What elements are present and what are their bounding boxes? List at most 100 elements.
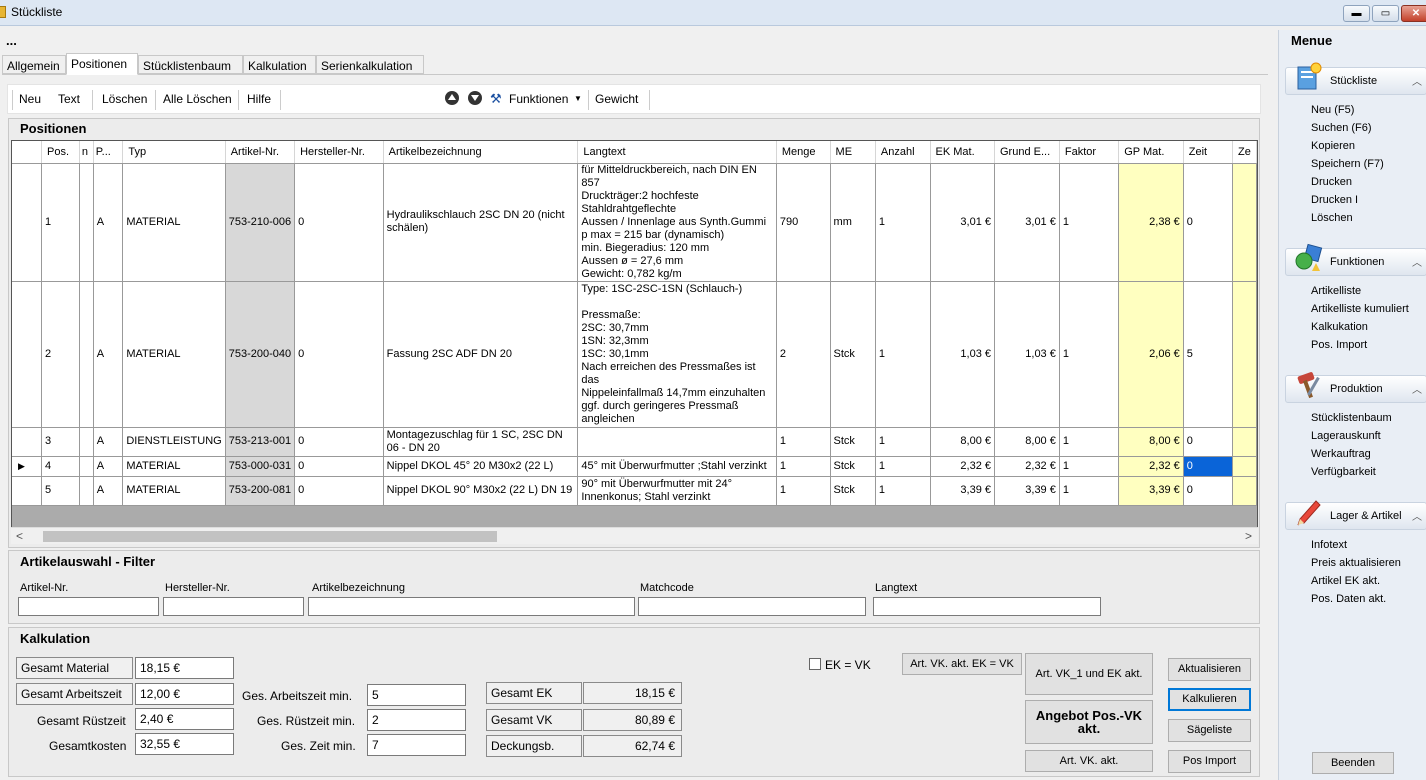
saegeliste-button[interactable]: Sägeliste: [1168, 719, 1251, 742]
column-header[interactable]: Zeit: [1183, 141, 1234, 164]
filter-lang-input[interactable]: [873, 597, 1101, 616]
cell-extra[interactable]: [1232, 163, 1257, 282]
menu-item-pos-import[interactable]: Pos. Import: [1311, 339, 1367, 351]
menu-group-funktionen[interactable]: Funktionen ︿: [1285, 243, 1426, 276]
close-button[interactable]: ✕: [1401, 5, 1426, 22]
angebot-pos-vk-button[interactable]: Angebot Pos.-VK akt.: [1025, 700, 1153, 744]
column-header[interactable]: EK Mat.: [930, 141, 996, 164]
gesamt-material-field[interactable]: 18,15 €: [135, 657, 234, 679]
neu-button[interactable]: Neu: [19, 92, 41, 106]
cell-hernr[interactable]: 0: [294, 281, 384, 428]
menu-item-kalkukation[interactable]: Kalkukation: [1311, 321, 1368, 333]
cell-ek[interactable]: 3,01 €: [930, 163, 996, 282]
cell-ek[interactable]: 8,00 €: [930, 427, 996, 457]
cell-pos[interactable]: 4: [41, 456, 80, 477]
cell-bez[interactable]: Fassung 2SC ADF DN 20: [383, 281, 579, 428]
column-header[interactable]: P...: [93, 141, 124, 164]
cell-ek[interactable]: 3,39 €: [930, 476, 996, 506]
beenden-button[interactable]: Beenden: [1312, 752, 1394, 774]
cell-grund[interactable]: 1,03 €: [994, 281, 1060, 428]
cell-zeit[interactable]: 0: [1183, 476, 1234, 506]
menu-item-verfuegbarkeit[interactable]: Verfügbarkeit: [1311, 466, 1376, 478]
cell-pos[interactable]: 2: [41, 281, 80, 428]
gewicht-button[interactable]: Gewicht: [595, 92, 638, 106]
cell-faktor[interactable]: 1: [1059, 427, 1120, 457]
ges-zeit-min-field[interactable]: 7: [367, 734, 466, 756]
cell-extra[interactable]: [1232, 427, 1257, 457]
cell-typ[interactable]: MATERIAL: [122, 163, 226, 282]
menu-item-preis-aktualisieren[interactable]: Preis aktualisieren: [1311, 557, 1401, 569]
cell-n[interactable]: [79, 281, 94, 428]
menu-item-werkauftrag[interactable]: Werkauftrag: [1311, 448, 1371, 460]
cell-n[interactable]: [79, 163, 94, 282]
cell-me[interactable]: Stck: [830, 281, 876, 428]
gesamt-arbeitszeit-field[interactable]: 12,00 €: [135, 683, 234, 705]
cell-typ[interactable]: DIENSTLEISTUNG: [122, 427, 226, 457]
cell-bez[interactable]: Nippel DKOL 45° 20 M30x2 (22 L): [383, 456, 579, 477]
tab-allgemein[interactable]: Allgemein: [2, 55, 66, 74]
cell-lang[interactable]: 45° mit Überwurfmutter ;Stahl verzinkt: [577, 456, 777, 477]
scrollbar-thumb[interactable]: [43, 531, 497, 542]
hilfe-button[interactable]: Hilfe: [247, 92, 271, 106]
filter-bez-input[interactable]: [308, 597, 635, 616]
chevron-up-icon[interactable]: ︿: [1412, 508, 1422, 523]
art-vk-button[interactable]: Art. VK. akt.: [1025, 750, 1153, 772]
kalkulieren-button[interactable]: Kalkulieren: [1168, 688, 1251, 711]
cell-gp[interactable]: 2,06 €: [1118, 281, 1184, 428]
minimize-button[interactable]: ▬: [1343, 5, 1370, 22]
cell-extra[interactable]: [1232, 456, 1257, 477]
table-row[interactable]: 2 A MATERIAL 753-200-040 0 Fassung 2SC ADF DN…: [12, 281, 1257, 428]
cell-lang[interactable]: 90° mit Überwurfmutter mit 24° Innenkonus…: [577, 476, 777, 506]
cell-artnr[interactable]: 753-210-006: [225, 163, 296, 282]
row-header[interactable]: [12, 163, 43, 282]
column-header[interactable]: GP Mat.: [1118, 141, 1184, 164]
row-header[interactable]: [12, 281, 43, 428]
cell-hernr[interactable]: 0: [294, 163, 384, 282]
cell-gp[interactable]: 2,32 €: [1118, 456, 1184, 477]
art-vk1-ek-button[interactable]: Art. VK_1 und EK akt.: [1025, 653, 1153, 695]
filter-hernr-input[interactable]: [163, 597, 304, 616]
cell-menge[interactable]: 2: [776, 281, 831, 428]
table-row[interactable]: 5 A MATERIAL 753-200-081 0 Nippel DKOL 90° M3…: [12, 476, 1257, 506]
funktionen-dropdown[interactable]: Funktionen: [509, 92, 568, 106]
cell-menge[interactable]: 1: [776, 427, 831, 457]
aktualisieren-button[interactable]: Aktualisieren: [1168, 658, 1251, 681]
tab-stuecklistenbaum[interactable]: Stücklistenbaum: [138, 55, 243, 74]
art-vk-ek-button[interactable]: Art. VK. akt. EK = VK: [902, 653, 1022, 675]
cell-grund[interactable]: 8,00 €: [994, 427, 1060, 457]
positions-grid[interactable]: Pos. n P... Typ Artikel-Nr. Hersteller-N…: [11, 140, 1258, 544]
move-down-icon[interactable]: [468, 91, 482, 105]
cell-faktor[interactable]: 1: [1059, 476, 1120, 506]
cell-pos[interactable]: 5: [41, 476, 80, 506]
column-header[interactable]: Langtext: [577, 141, 777, 164]
cell-anzahl[interactable]: 1: [875, 476, 931, 506]
cell-pos[interactable]: 1: [41, 163, 80, 282]
menu-group-lager-artikel[interactable]: Lager & Artikel ︿: [1285, 500, 1426, 530]
row-header[interactable]: [12, 476, 43, 506]
column-header[interactable]: n: [79, 141, 94, 164]
column-header[interactable]: ME: [830, 141, 876, 164]
table-row[interactable]: ▶ 4 A MATERIAL 753-000-031 0 Nippel DKOL 45° 2…: [12, 456, 1257, 477]
column-header[interactable]: Hersteller-Nr.: [294, 141, 384, 164]
cell-n[interactable]: [79, 476, 94, 506]
cell-me[interactable]: Stck: [830, 427, 876, 457]
cell-anzahl[interactable]: 1: [875, 163, 931, 282]
cell-bez[interactable]: Hydraulikschlauch 2SC DN 20 (nicht schäl…: [383, 163, 579, 282]
ges-ruestzeit-min-field[interactable]: 2: [367, 709, 466, 731]
menu-item-kopieren[interactable]: Kopieren: [1311, 140, 1355, 152]
cell-zeit[interactable]: 0: [1183, 456, 1234, 477]
maximize-button[interactable]: ▭: [1372, 5, 1399, 22]
cell-zeit[interactable]: 0: [1183, 427, 1234, 457]
column-header[interactable]: Typ: [122, 141, 226, 164]
cell-ek[interactable]: 2,32 €: [930, 456, 996, 477]
cell-hernr[interactable]: 0: [294, 427, 384, 457]
tab-kalkulation[interactable]: Kalkulation: [243, 55, 316, 74]
cell-typ[interactable]: MATERIAL: [122, 476, 226, 506]
cell-anzahl[interactable]: 1: [875, 427, 931, 457]
cell-artnr[interactable]: 753-000-031: [225, 456, 296, 477]
column-header[interactable]: Artikel-Nr.: [225, 141, 296, 164]
cell-p[interactable]: A: [93, 163, 124, 282]
column-header[interactable]: Artikelbezeichnung: [383, 141, 579, 164]
column-header[interactable]: Pos.: [41, 141, 80, 164]
menu-group-produktion[interactable]: Produktion ︿: [1285, 372, 1426, 403]
